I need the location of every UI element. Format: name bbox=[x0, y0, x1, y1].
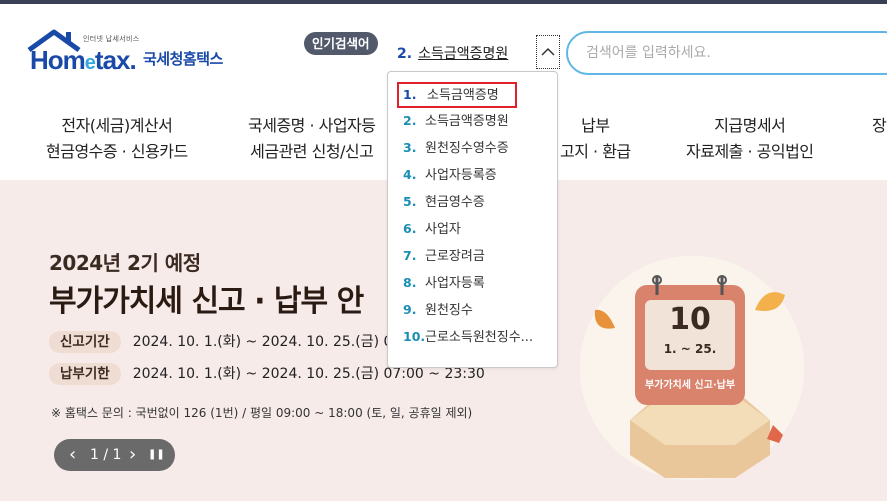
popular-item-6[interactable]: 6. 사업자 bbox=[397, 217, 547, 241]
calendar-day: 10 bbox=[669, 302, 711, 337]
popular-item-5[interactable]: 5. 현금영수증 bbox=[397, 190, 547, 214]
calendar-illustration: 10 1. ~ 25. 부가가치세 신고·납부 bbox=[575, 250, 815, 490]
pause-button[interactable]: ❚❚ bbox=[148, 439, 165, 471]
nav-label-line1: 전자(세금)계산서 bbox=[61, 116, 173, 135]
banner-title: 부가가치세 신고 · 납부 안 bbox=[49, 284, 364, 319]
popular-item-7[interactable]: 7. 근로장려금 bbox=[397, 244, 547, 268]
popular-item-9[interactable]: 9. 원천징수 bbox=[397, 298, 547, 322]
nav-label-line2: 현금영수증 · 신용카드 bbox=[46, 142, 188, 161]
popular-item-8[interactable]: 8. 사업자등록 bbox=[397, 271, 547, 295]
payment-deadline-label: 납부기한 bbox=[49, 363, 121, 385]
popular-item-3[interactable]: 3. 원천징수영수증 bbox=[397, 136, 547, 160]
filing-period-value: 2024. 10. 1.(화) ~ 2024. 10. 25.(금) 0 bbox=[132, 334, 393, 350]
calendar-icon bbox=[580, 256, 804, 480]
nav-label-line2: 고지 · 환급 bbox=[560, 142, 631, 161]
search-box[interactable] bbox=[566, 31, 887, 75]
nav-payment-statement[interactable]: 지급명세서 자료제출 · 공익법인 bbox=[686, 113, 814, 165]
logo-wordmark: Hometax. bbox=[30, 45, 137, 75]
logo-tagline: 인터넷 납세서비스 bbox=[83, 35, 140, 43]
calendar-caption: 부가가치세 신고·납부 bbox=[644, 380, 736, 391]
banner-contact-note: ※ 홈택스 문의 : 국번없이 126 (1번) / 평일 09:00 ~ 18… bbox=[51, 406, 473, 420]
nav-label-line1: 국세증명 · 사업자등 bbox=[248, 116, 376, 135]
chevron-up-icon bbox=[541, 47, 555, 56]
popular-item-1[interactable]: 1. 소득금액증명 bbox=[397, 82, 517, 108]
nav-label-line1: 납부 bbox=[581, 116, 610, 135]
next-slide-button[interactable]: › bbox=[129, 439, 136, 471]
nav-payment[interactable]: 납부 고지 · 환급 bbox=[560, 113, 631, 165]
prev-slide-button[interactable]: ‹ bbox=[69, 439, 76, 471]
calendar-range: 1. ~ 25. bbox=[663, 342, 717, 356]
filing-period-label: 신고기간 bbox=[49, 331, 121, 353]
nav-label-line2: 자료제출 · 공익법인 bbox=[686, 142, 814, 161]
nav-einvoice[interactable]: 전자(세금)계산서 현금영수증 · 신용카드 bbox=[46, 113, 188, 165]
banner-subtitle: 2024년 2기 예정 bbox=[49, 251, 201, 275]
banner-row-filing: 신고기간 2024. 10. 1.(화) ~ 2024. 10. 25.(금) 0 bbox=[49, 331, 392, 353]
popular-toggle-button[interactable] bbox=[536, 35, 560, 69]
nav-label-line2: 세금관련 신청/신고 bbox=[250, 142, 374, 161]
hometax-logo[interactable]: 인터넷 납세서비스 Hometax. 국세청홈택스 bbox=[27, 28, 257, 80]
popular-search-dropdown: 1. 소득금액증명 2. 소득금액증명원 3. 원천징수영수증 4. 사업자등록증 5.… bbox=[387, 71, 558, 368]
payment-deadline-value: 2024. 10. 1.(화) ~ 2024. 10. 25.(금) 07:00… bbox=[132, 366, 485, 382]
search-input[interactable] bbox=[586, 43, 876, 63]
popular-item-4[interactable]: 4. 사업자등록증 bbox=[397, 163, 547, 187]
popular-item-10[interactable]: 10.근로소득원천징수... bbox=[397, 325, 547, 349]
banner-pager: ‹ 1 / 1 › ❚❚ bbox=[54, 439, 175, 471]
popular-item-2[interactable]: 2. 소득금액증명원 bbox=[397, 109, 547, 133]
page-indicator: 1 / 1 bbox=[90, 447, 122, 463]
nav-certificate[interactable]: 국세증명 · 사업자등 세금관련 신청/신고 bbox=[248, 113, 376, 165]
nav-more[interactable]: 장 bbox=[872, 113, 887, 139]
popular-search-badge: 인기검색어 bbox=[304, 32, 378, 55]
logo-korean-name: 국세청홈택스 bbox=[143, 50, 223, 68]
nav-label-line1: 장 bbox=[872, 116, 887, 135]
nav-label-line1: 지급명세서 bbox=[714, 116, 786, 135]
popular-current-item[interactable]: 2. 소득금액증명원 bbox=[397, 43, 508, 63]
